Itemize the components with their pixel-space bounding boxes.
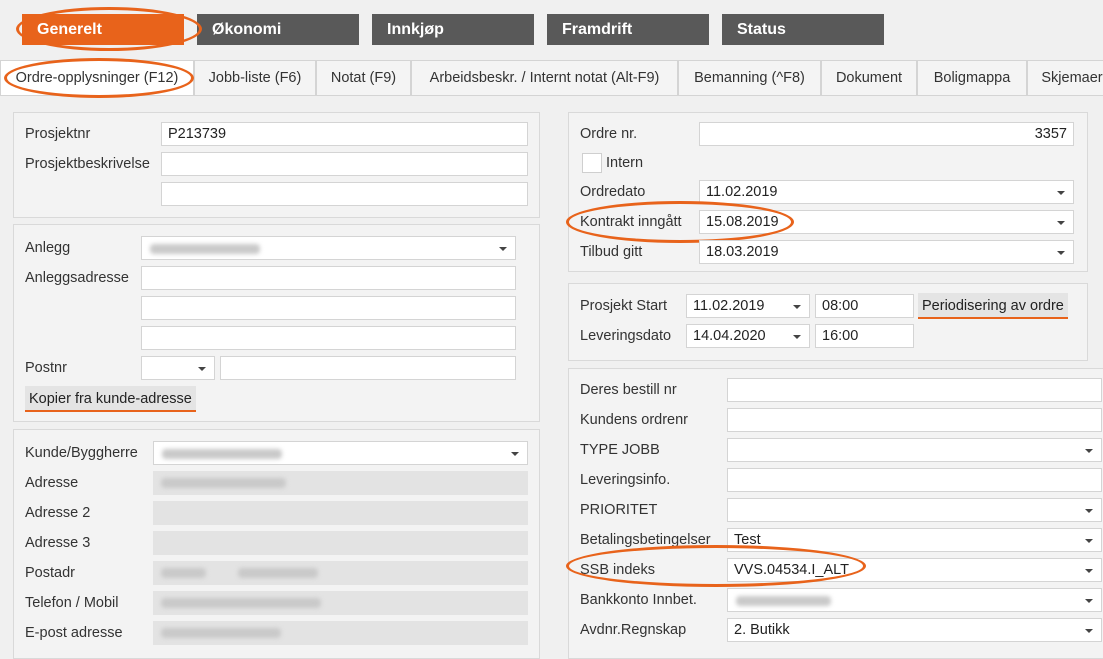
tab-skjemaer[interactable]: Skjemaer [1027, 60, 1103, 95]
postnr-label: Postnr [25, 360, 67, 376]
module-tab-generelt[interactable]: Generelt [22, 14, 184, 45]
tab-bemanning[interactable]: Bemanning (^F8) [678, 60, 821, 95]
prosjekt-start-label: Prosjekt Start [580, 298, 668, 314]
prioritet-dropdown[interactable] [727, 498, 1102, 522]
leveringsdato-label: Leveringsdato [580, 328, 672, 344]
tab-ordre-opplysninger[interactable]: Ordre-opplysninger (F12) [0, 60, 194, 95]
kundens-ordrenr-field[interactable] [727, 408, 1102, 432]
kunde-adresse3-label: Adresse 3 [25, 535, 91, 551]
kunde-adresse3-value [153, 531, 528, 555]
intern-checkbox[interactable] [582, 153, 602, 173]
tab-dokument[interactable]: Dokument [821, 60, 917, 95]
sub-tab-row: Ordre-opplysninger (F12) Jobb-liste (F6)… [0, 60, 1103, 95]
kunde-adresse2-value [153, 501, 528, 525]
ordrenr-field[interactable]: 3357 [699, 122, 1074, 146]
kunde-adresse2-label: Adresse 2 [25, 505, 91, 521]
bestill-label: Deres bestill nr [580, 382, 677, 398]
tab-divider [0, 95, 1103, 96]
tilbud-label: Tilbud gitt [580, 244, 643, 260]
prosjekt-start-date[interactable]: 11.02.2019 [686, 294, 810, 318]
ordrenr-label: Ordre nr. [580, 126, 638, 142]
type-jobb-label: TYPE JOBB [580, 442, 660, 458]
intern-label: Intern [606, 155, 644, 171]
ssb-indeks-label: SSB indeks [580, 562, 655, 578]
avdnr-dropdown[interactable]: 2. Butikk [727, 618, 1102, 642]
anlegg-label: Anlegg [25, 240, 71, 256]
postadr-value [153, 561, 528, 585]
avdnr-label: Avdnr.Regnskap [580, 622, 687, 638]
leveringsdato-date[interactable]: 14.04.2020 [686, 324, 810, 348]
kunde-dropdown[interactable] [153, 441, 528, 465]
ssb-indeks-dropdown[interactable]: VVS.04534.I_ALT [727, 558, 1102, 582]
prosjekt-start-time[interactable]: 08:00 [815, 294, 914, 318]
prosjektnr-field[interactable]: P213739 [161, 122, 528, 146]
redacted-text [162, 449, 282, 459]
tab-jobb-liste[interactable]: Jobb-liste (F6) [194, 60, 316, 95]
redacted-text [736, 596, 831, 606]
kunde-adresse-value [153, 471, 528, 495]
ordredato-dropdown[interactable]: 11.02.2019 [699, 180, 1074, 204]
leveringsdato-time[interactable]: 16:00 [815, 324, 914, 348]
kundens-ordrenr-label: Kundens ordrenr [580, 412, 689, 428]
bankkonto-label: Bankkonto Innbet. [580, 592, 697, 608]
prosjektnr-label: Prosjektnr [25, 126, 91, 142]
module-tab-status[interactable]: Status [722, 14, 884, 45]
epost-label: E-post adresse [25, 625, 123, 641]
anlegg-dropdown[interactable] [141, 236, 516, 260]
prosjektbeskrivelse-label: Prosjektbeskrivelse [25, 156, 150, 172]
leveringsinfo-label: Leveringsinfo. [580, 472, 671, 488]
module-tab-innkjop[interactable]: Innkjøp [372, 14, 534, 45]
kontrakt-label: Kontrakt inngått [580, 214, 682, 230]
redacted-text [150, 244, 260, 254]
poststed-field[interactable] [220, 356, 516, 380]
ordredato-label: Ordredato [580, 184, 646, 200]
betaling-label: Betalingsbetingelser [580, 532, 711, 548]
epost-value [153, 621, 528, 645]
tab-notat[interactable]: Notat (F9) [316, 60, 411, 95]
postnr-dropdown[interactable] [141, 356, 215, 380]
telefon-value [153, 591, 528, 615]
module-tab-framdrift[interactable]: Framdrift [547, 14, 709, 45]
bestill-field[interactable] [727, 378, 1102, 402]
prosjektbeskrivelse-field-2[interactable] [161, 182, 528, 206]
tilbud-dropdown[interactable]: 18.03.2019 [699, 240, 1074, 264]
leveringsinfo-field[interactable] [727, 468, 1102, 492]
anleggsadresse-field[interactable] [141, 266, 516, 290]
redacted-text [161, 478, 286, 488]
module-tab-okonomi[interactable]: Økonomi [197, 14, 359, 45]
redacted-text [238, 568, 318, 578]
prioritet-label: PRIORITET [580, 502, 658, 518]
anleggsadresse-field-2[interactable] [141, 296, 516, 320]
anleggsadresse-field-3[interactable] [141, 326, 516, 350]
kontrakt-dropdown[interactable]: 15.08.2019 [699, 210, 1074, 234]
periodisering-button[interactable]: Periodisering av ordre [918, 293, 1068, 319]
kunde-adresse-label: Adresse [25, 475, 79, 491]
type-jobb-dropdown[interactable] [727, 438, 1102, 462]
redacted-text [161, 628, 281, 638]
tab-boligmappa[interactable]: Boligmappa [917, 60, 1027, 95]
prosjektbeskrivelse-field[interactable] [161, 152, 528, 176]
anleggsadresse-label: Anleggsadresse [25, 270, 129, 286]
bankkonto-dropdown[interactable] [727, 588, 1102, 612]
redacted-text [161, 598, 321, 608]
kunde-label: Kunde/Byggherre [25, 445, 138, 461]
betaling-dropdown[interactable]: Test [727, 528, 1102, 552]
telefon-label: Telefon / Mobil [25, 595, 119, 611]
postadr-label: Postadr [25, 565, 75, 581]
kopier-fra-kunde-adresse-button[interactable]: Kopier fra kunde-adresse [25, 386, 196, 412]
tab-arbeidsbeskr[interactable]: Arbeidsbeskr. / Internt notat (Alt-F9) [411, 60, 678, 95]
redacted-text [161, 568, 206, 578]
